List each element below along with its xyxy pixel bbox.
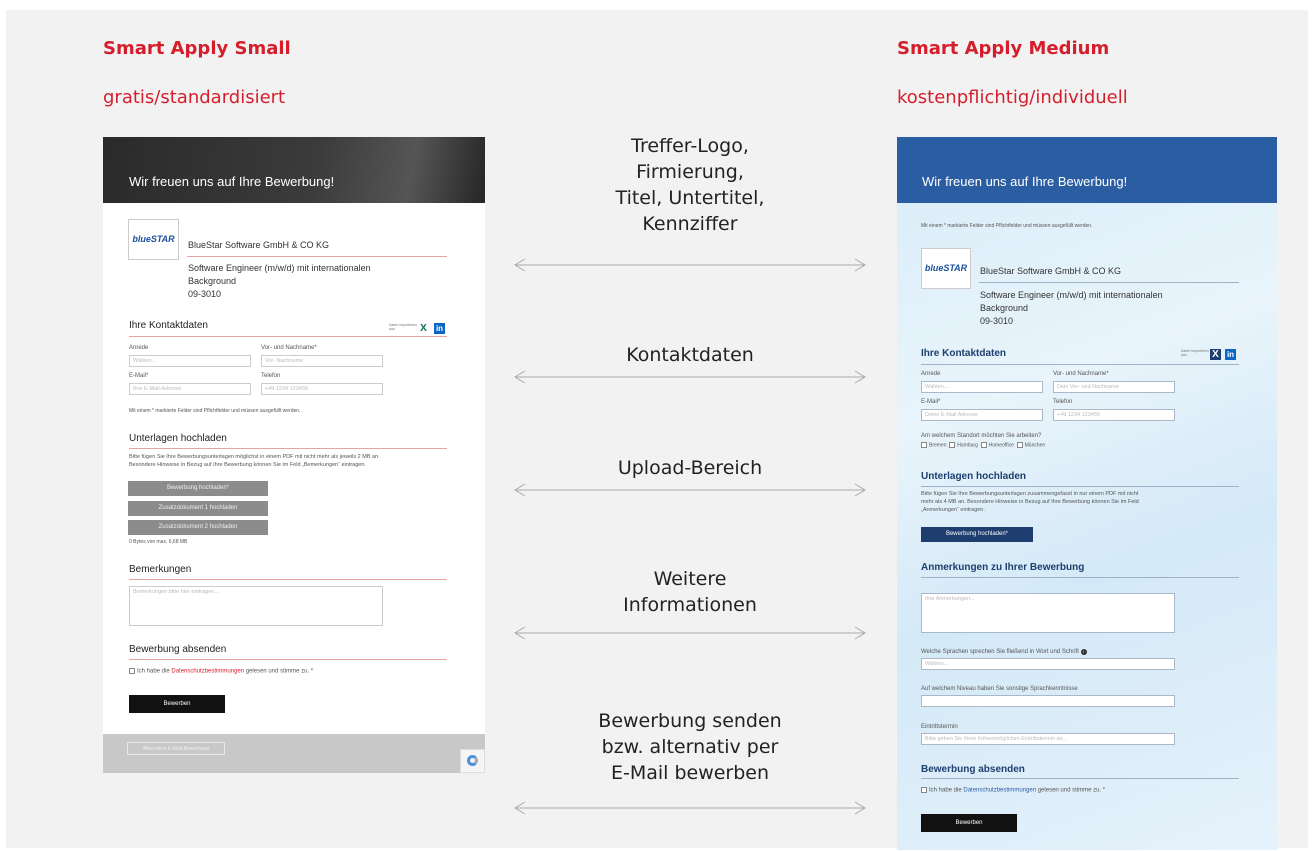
double-arrow-icon [514,370,866,384]
upload-application-button[interactable]: Bewerbung hochladen* [921,527,1033,542]
job-title-2: Background [188,276,237,286]
company-name: BlueStar Software GmbH & CO KG [980,266,1122,276]
upload-text-1: Bitte fügen Sie Ihre Bewerbungsunterlage… [129,454,380,460]
xing-icon[interactable]: X [1210,349,1221,360]
double-arrow-icon [514,258,866,272]
location-question: Am welchem Standort möchten Sie arbeiten… [921,433,1042,439]
company-logo: blueSTAR [921,248,971,289]
apply-button[interactable]: Bewerben [921,814,1017,832]
email-input[interactable]: Deine E-Mail Adresse [921,409,1043,421]
privacy-link[interactable]: Datenschutzbestimmungen [171,669,244,675]
anrede-label: Anrede [129,345,149,351]
compare-label-upload: Upload-Bereich [617,457,763,479]
name-input[interactable]: Vor- Nachname [261,355,383,367]
left-title: Smart Apply Small [103,38,291,59]
upload-text-2: Besondere Hinweise in Bezug auf Ihre Bew… [129,462,366,468]
section-submit-title: Bewerbung absenden [921,764,1025,775]
level-input[interactable] [921,695,1175,707]
social-import-hint: Daten importieren aus: [389,323,417,331]
compare-label-contact: Kontaktdaten [626,344,754,366]
compare-label-send: Bewerbung senden bzw. alternativ per E-M… [598,710,782,784]
form-header: Wir freuen uns auf Ihre Bewerbung! [103,137,485,203]
info-icon[interactable]: i [1080,649,1087,655]
start-select[interactable]: Bitte geben Sie Ihren frühestmöglichen E… [921,733,1175,745]
upload-additional-1-button[interactable]: Zusatzdokument 1 hochladen [128,501,268,516]
privacy-consent[interactable]: Ich habe die Datenschutzbestimmungen gel… [921,787,1105,794]
level-question: Auf welchem Niveau haben Sie sonstige Sp… [921,686,1078,692]
anrede-select[interactable]: Wählen... [921,381,1043,393]
remarks-textarea[interactable]: Bemerkungen bitte hier eintragen... [129,586,383,626]
form-header: Wir freuen uns auf Ihre Bewerbung! [897,137,1277,203]
double-arrow-icon [514,801,866,815]
upload-size-info: 0 Bytes von max. 6,68 MB [129,539,188,545]
company-name: BlueStar Software GmbH & CO KG [188,240,330,250]
section-remarks-title: Bemerkungen [129,564,192,575]
linkedin-icon[interactable]: in [1225,349,1236,360]
upload-text-3: „Anmerkungen“ eintragen. [921,507,985,513]
email-input[interactable]: Ihre E-Mail-Adresse [129,383,251,395]
smart-apply-medium-form: Wir freuen uns auf Ihre Bewerbung! Mit e… [897,137,1277,850]
anrede-select[interactable]: Wählen... [129,355,251,367]
languages-question: Welche Sprachen sprechen Sie fließend in… [921,649,1087,655]
privacy-link[interactable]: Datenschutzbestimmungen [963,788,1036,794]
company-logo: blueSTAR [128,219,179,260]
section-upload-title: Unterlagen hochladen [921,471,1027,482]
compare-label-more: Weitere Informationen [623,568,757,616]
job-title: Software Engineer (m/w/d) mit internatio… [188,263,371,273]
email-label: E-Mail* [921,399,941,405]
section-contact-title: Ihre Kontaktdaten [921,348,1007,359]
phone-input[interactable]: +49 1234 123456 [1053,409,1175,421]
job-code: 09-3010 [980,316,1014,326]
required-note: Mit einem * markierte Felder sind Pflich… [921,223,1093,229]
section-remarks-title: Anmerkungen zu Ihrer Bewerbung [921,562,1085,573]
compare-label-header: Treffer-Logo, Firmierung, Titel, Unterti… [615,135,765,235]
phone-input[interactable]: +49 1234 123456 [261,383,383,395]
section-upload-title: Unterlagen hochladen [129,433,227,444]
smart-apply-small-form: Wir freuen uns auf Ihre Bewerbung! blueS… [103,137,485,773]
double-arrow-icon [514,483,866,497]
right-title: Smart Apply Medium [897,38,1110,59]
remarks-textarea[interactable]: Ihre Anmerkungen... [921,593,1175,633]
social-import-hint: Daten importieren aus: [1181,349,1209,357]
required-note: Mit einem * markierte Felder sind Pflich… [129,408,301,414]
section-submit-title: Bewerbung absenden [129,644,227,655]
start-label: Eintrittstermin [921,724,958,730]
phone-label: Telefon [261,373,281,379]
double-arrow-icon [514,626,866,640]
job-code: 09-3010 [188,289,222,299]
job-title-2: Background [980,303,1029,313]
xing-icon[interactable]: X [418,323,429,334]
name-label: Vor- und Nachname* [1053,371,1109,377]
alternative-email-button[interactable]: Alternative E-Mail-Bewerbung [127,742,225,755]
privacy-checkbox[interactable] [129,668,135,674]
name-label: Vor- und Nachname* [261,345,317,351]
phone-label: Telefon [1053,399,1073,405]
section-contact-title: Ihre Kontaktdaten [129,320,208,331]
languages-select[interactable]: Wählen... [921,658,1175,670]
apply-button[interactable]: Bewerben [129,695,225,713]
upload-text-2: mehr als 4 MB an. Besondere Hinweise in … [921,499,1139,505]
anrede-label: Anrede [921,371,941,377]
upload-application-button[interactable]: Bewerbung hochladen* [128,481,268,496]
upload-text-1: Bitte fügen Sie Ihre Bewerbungsunterlage… [921,491,1139,497]
left-subtitle: gratis/standardisiert [103,87,286,108]
right-subtitle: kostenpflichtig/individuell [897,87,1128,108]
email-label: E-Mail* [129,373,149,379]
privacy-consent[interactable]: Ich habe die Datenschutzbestimmungen gel… [129,668,313,675]
privacy-checkbox[interactable] [921,787,927,793]
recaptcha-icon [460,749,485,773]
linkedin-icon[interactable]: in [434,323,445,334]
upload-additional-2-button[interactable]: Zusatzdokument 2 hochladen [128,520,268,535]
name-input[interactable]: Dein Vor- und Nachname [1053,381,1175,393]
location-options: Bremen Hamburg Homeoffice München [921,442,1045,448]
job-title: Software Engineer (m/w/d) mit internatio… [980,290,1163,300]
